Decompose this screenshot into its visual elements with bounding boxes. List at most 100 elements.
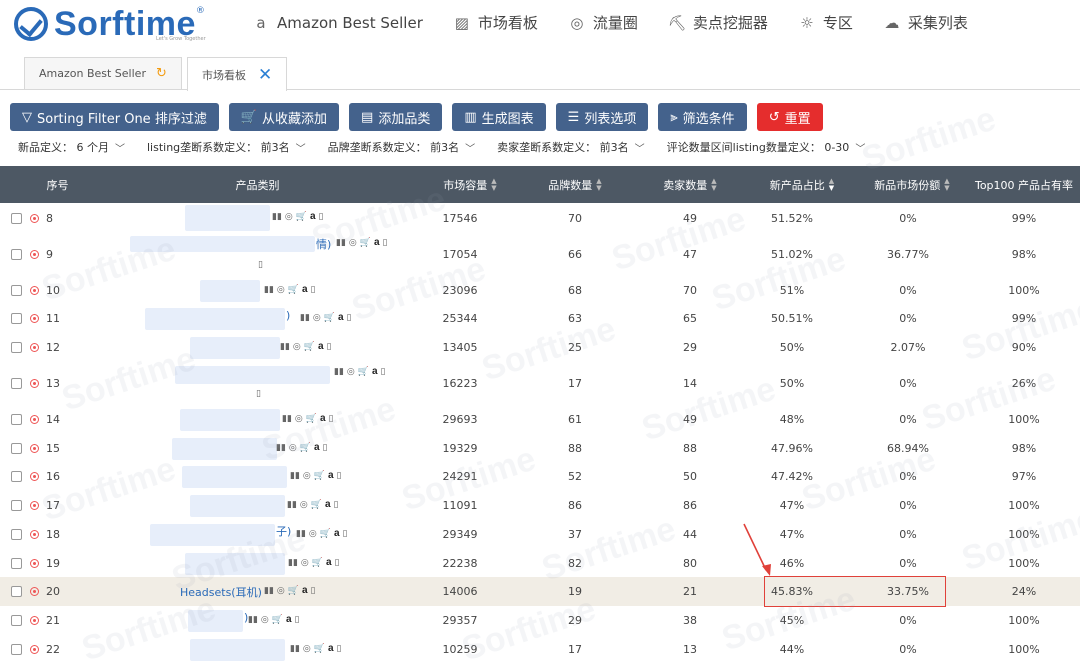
row-checkbox[interactable] bbox=[11, 471, 22, 482]
target-icon[interactable]: ◎ bbox=[277, 586, 285, 596]
sort-icon[interactable]: ▲ ▼ bbox=[711, 177, 716, 192]
target-icon[interactable] bbox=[30, 314, 39, 323]
stats-icon[interactable]: ▮▮ bbox=[248, 615, 258, 625]
row-checkbox[interactable] bbox=[11, 378, 22, 389]
copy-icon[interactable]: ▯ bbox=[311, 285, 316, 295]
cart-icon[interactable]: 🛒 bbox=[272, 615, 283, 625]
nav-item-selling-point-miner[interactable]: ⛏ 卖点挖掘器 bbox=[668, 12, 768, 33]
cart-icon[interactable]: 🛒 bbox=[306, 414, 317, 424]
filter-conditions-button[interactable]: ⫸ 筛选条件 bbox=[658, 103, 747, 131]
target-icon[interactable] bbox=[30, 250, 39, 259]
amazon-icon[interactable]: a bbox=[338, 312, 344, 323]
column-header-brand-count[interactable]: 品牌数量 ▲ ▼ bbox=[525, 166, 625, 203]
column-header-seller-count[interactable]: 卖家数量 ▲ ▼ bbox=[640, 166, 740, 203]
copy-icon[interactable]: ▯ bbox=[334, 500, 339, 510]
stats-icon[interactable]: ▮▮ bbox=[290, 471, 300, 481]
target-icon[interactable]: ◎ bbox=[313, 313, 321, 323]
cart-icon[interactable]: 🛒 bbox=[300, 443, 311, 453]
column-header-category[interactable]: 产品类别 bbox=[115, 166, 400, 203]
cart-icon[interactable]: 🛒 bbox=[314, 471, 325, 481]
column-header-new-product-ratio[interactable]: 新产品占比 ▲ ▼ bbox=[752, 166, 852, 203]
category-link-suffix[interactable]: 子) bbox=[276, 523, 291, 539]
table-row[interactable]: 9 情) ▮▮ ◎ 🛒 a ▯ ▯ 17054 66 47 51.02% 36.77% 98… bbox=[0, 233, 1080, 276]
target-icon[interactable] bbox=[30, 645, 39, 654]
sorting-filter-button[interactable]: ▽ Sorting Filter One 排序过滤 bbox=[10, 103, 219, 131]
table-row[interactable]: 15 ▮▮ ◎ 🛒 a ▯ 19329 88 88 47.96% 68.94% 98% bbox=[0, 434, 1080, 462]
copy-icon[interactable]: ▯ bbox=[295, 615, 300, 625]
cart-icon[interactable]: 🛒 bbox=[314, 644, 325, 654]
column-header-index[interactable]: 序号 bbox=[0, 166, 115, 203]
listing-monopoly-select[interactable]: listing垄断系数定义： 前3名 ﹀ bbox=[147, 139, 306, 155]
table-row[interactable]: 19 ▮▮ ◎ 🛒 a ▯ 22238 82 80 46% 0% 100% bbox=[0, 549, 1080, 577]
category-link[interactable]: Headsets(耳机) bbox=[180, 584, 262, 600]
target-icon[interactable] bbox=[30, 415, 39, 424]
new-product-definition-select[interactable]: 新品定义： 6 个月 ﹀ bbox=[18, 139, 125, 155]
copy-icon[interactable]: ▯ bbox=[335, 558, 340, 568]
copy-icon[interactable]: ▯ bbox=[383, 238, 388, 248]
row-checkbox[interactable] bbox=[11, 284, 22, 296]
target-icon[interactable] bbox=[30, 213, 39, 223]
reset-button[interactable]: ↺ 重置 bbox=[756, 103, 823, 131]
tab-amazon-best-seller[interactable]: Amazon Best Seller ↻ bbox=[24, 57, 182, 89]
cart-icon[interactable]: 🛒 bbox=[288, 586, 299, 596]
target-icon[interactable] bbox=[30, 558, 39, 568]
target-icon[interactable] bbox=[30, 616, 39, 625]
amazon-icon[interactable]: a bbox=[372, 366, 378, 377]
target-icon[interactable]: ◎ bbox=[349, 238, 357, 248]
copy-icon[interactable]: ▯ bbox=[258, 260, 263, 270]
cart-icon[interactable]: 🛒 bbox=[360, 238, 371, 248]
cart-icon[interactable]: 🛒 bbox=[358, 367, 369, 377]
stats-icon[interactable]: ▮▮ bbox=[334, 367, 344, 377]
row-checkbox[interactable] bbox=[11, 442, 22, 454]
target-icon[interactable]: ◎ bbox=[347, 367, 355, 377]
table-row[interactable]: 17 ▮▮ ◎ 🛒 a ▯ 11091 86 86 47% 0% 100% bbox=[0, 491, 1080, 520]
amazon-icon[interactable]: a bbox=[326, 557, 332, 568]
table-row[interactable]: 12 ▮▮ ◎ 🛒 a ▯ 13405 25 29 50% 2.07% 90% bbox=[0, 333, 1080, 362]
target-icon[interactable] bbox=[30, 587, 39, 596]
target-icon[interactable]: ◎ bbox=[309, 529, 317, 539]
sort-icon[interactable]: ▲ ▼ bbox=[491, 177, 496, 192]
amazon-icon[interactable]: a bbox=[314, 442, 320, 453]
target-icon[interactable] bbox=[30, 285, 39, 295]
tab-market-board[interactable]: 市场看板 ✕ bbox=[187, 57, 287, 91]
sort-icon[interactable]: ▲ ▼ bbox=[596, 177, 601, 192]
sort-icon[interactable]: ▲ ▼ bbox=[944, 177, 949, 192]
nav-item-collection-list[interactable]: ☁ 采集列表 bbox=[883, 12, 968, 33]
row-checkbox[interactable] bbox=[11, 615, 22, 626]
generate-chart-button[interactable]: ▥ 生成图表 bbox=[452, 103, 546, 131]
amazon-icon[interactable]: a bbox=[310, 211, 316, 222]
add-category-button[interactable]: ▤ 添加品类 bbox=[349, 103, 443, 131]
review-range-select[interactable]: 评论数量区间listing数量定义： 0-30 ﹀ bbox=[667, 139, 866, 155]
list-options-button[interactable]: ☰ 列表选项 bbox=[555, 103, 649, 131]
stats-icon[interactable]: ▮▮ bbox=[272, 212, 282, 222]
amazon-icon[interactable]: a bbox=[302, 585, 308, 596]
amazon-icon[interactable]: a bbox=[374, 237, 380, 248]
stats-icon[interactable]: ▮▮ bbox=[276, 443, 286, 453]
target-icon[interactable] bbox=[30, 530, 39, 539]
row-checkbox[interactable] bbox=[11, 212, 22, 224]
category-link-suffix[interactable]: ) bbox=[286, 309, 290, 322]
copy-icon[interactable]: ▯ bbox=[327, 342, 332, 352]
cart-icon[interactable]: 🛒 bbox=[312, 558, 323, 568]
refresh-icon[interactable]: ↻ bbox=[156, 66, 167, 81]
stats-icon[interactable]: ▮▮ bbox=[290, 644, 300, 654]
row-checkbox[interactable] bbox=[11, 529, 22, 540]
cart-icon[interactable]: 🛒 bbox=[296, 212, 307, 222]
stats-icon[interactable]: ▮▮ bbox=[282, 414, 292, 424]
stats-icon[interactable]: ▮▮ bbox=[264, 285, 274, 295]
nav-item-traffic-circle[interactable]: ◎ 流量圈 bbox=[568, 12, 638, 33]
copy-icon[interactable]: ▯ bbox=[347, 313, 352, 323]
stats-icon[interactable]: ▮▮ bbox=[287, 500, 297, 510]
stats-icon[interactable]: ▮▮ bbox=[336, 238, 346, 248]
cart-icon[interactable]: 🛒 bbox=[324, 313, 335, 323]
cart-icon[interactable]: 🛒 bbox=[304, 342, 315, 352]
brand-monopoly-select[interactable]: 品牌垄断系数定义： 前3名 ﹀ bbox=[328, 139, 476, 155]
amazon-icon[interactable]: a bbox=[328, 470, 334, 481]
cart-icon[interactable]: 🛒 bbox=[311, 500, 322, 510]
target-icon[interactable]: ◎ bbox=[289, 443, 297, 453]
stats-icon[interactable]: ▮▮ bbox=[300, 313, 310, 323]
cart-icon[interactable]: 🛒 bbox=[288, 285, 299, 295]
table-row[interactable]: 21 ) ▮▮ ◎ 🛒 a ▯ 29357 29 38 45% 0% 100% bbox=[0, 606, 1080, 635]
row-checkbox[interactable] bbox=[11, 342, 22, 353]
copy-icon[interactable]: ▯ bbox=[381, 367, 386, 377]
